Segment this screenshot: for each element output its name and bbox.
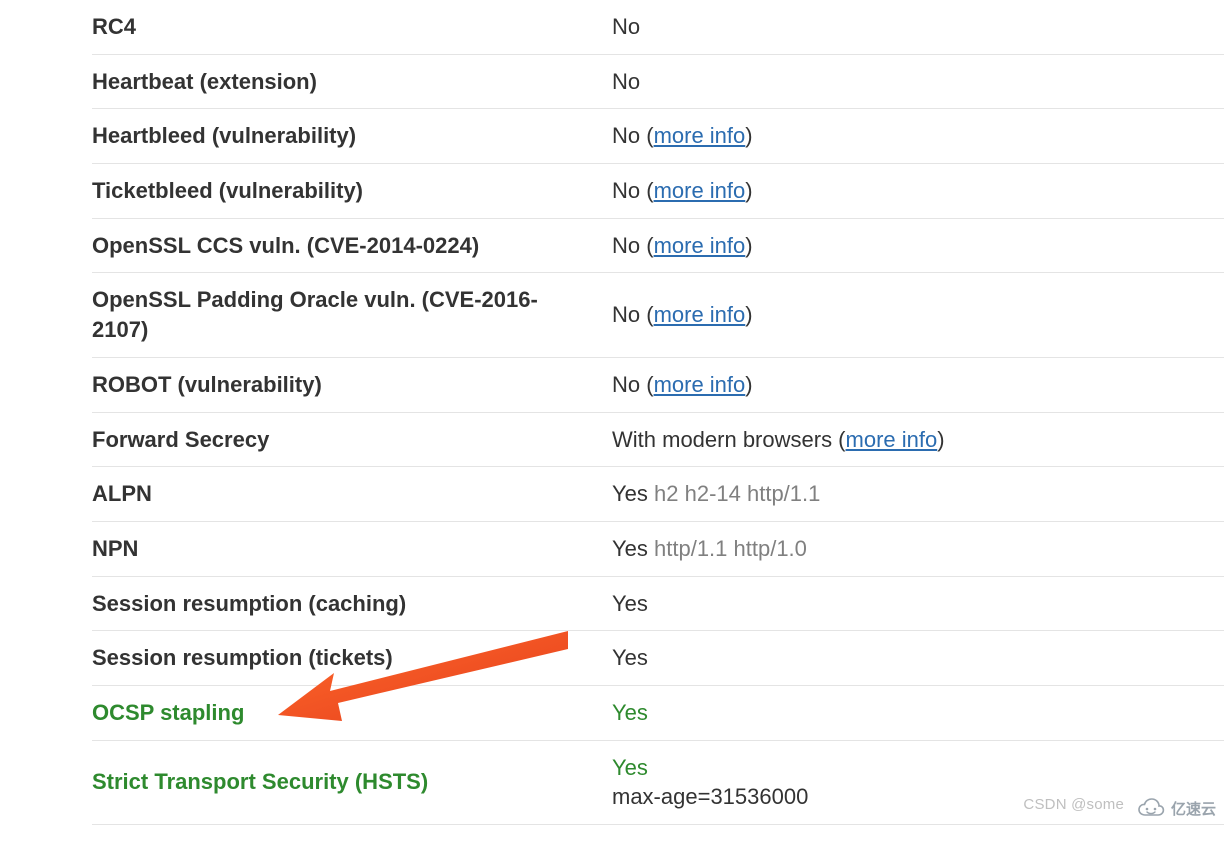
value-alpn: Yes h2 h2-14 http/1.1 xyxy=(612,479,1224,509)
yisu-logo-watermark: 亿速云 xyxy=(1133,797,1216,819)
label-openssl-ccs: OpenSSL CCS vuln. (CVE-2014-0224) xyxy=(92,231,612,261)
value-prefix-session-resumption-tickets: Yes xyxy=(612,645,648,670)
value-sub-npn: http/1.1 http/1.0 xyxy=(654,536,807,561)
value-session-resumption-caching: Yes xyxy=(612,589,1224,619)
value-suffix-openssl-ccs: ) xyxy=(745,233,752,258)
row-session-resumption-caching: Session resumption (caching)Yes xyxy=(92,576,1224,632)
value-suffix-robot: ) xyxy=(745,372,752,397)
more-info-link-openssl-padding-oracle[interactable]: more info xyxy=(654,302,746,327)
value-prefix-robot: No ( xyxy=(612,372,654,397)
value-sub-alpn: h2 h2-14 http/1.1 xyxy=(654,481,820,506)
value-prefix-hsts: Yes xyxy=(612,755,648,780)
row-robot: ROBOT (vulnerability)No (more info) xyxy=(92,357,1224,413)
label-heartbeat: Heartbeat (extension) xyxy=(92,67,612,97)
label-ticketbleed: Ticketbleed (vulnerability) xyxy=(92,176,612,206)
cloud-icon xyxy=(1133,797,1167,819)
row-forward-secrecy: Forward SecrecyWith modern browsers (mor… xyxy=(92,412,1224,468)
label-alpn: ALPN xyxy=(92,479,612,509)
value-prefix-openssl-padding-oracle: No ( xyxy=(612,302,654,327)
value-suffix-forward-secrecy: ) xyxy=(937,427,944,452)
value-prefix-ticketbleed: No ( xyxy=(612,178,654,203)
value-prefix-ocsp-stapling: Yes xyxy=(612,700,648,725)
label-heartbleed: Heartbleed (vulnerability) xyxy=(92,121,612,151)
value-rc4: No xyxy=(612,12,1224,42)
more-info-link-ticketbleed[interactable]: more info xyxy=(654,178,746,203)
row-heartbleed: Heartbleed (vulnerability)No (more info) xyxy=(92,108,1224,164)
value-session-resumption-tickets: Yes xyxy=(612,643,1224,673)
row-ocsp-stapling: OCSP staplingYes xyxy=(92,685,1224,741)
row-alpn: ALPNYes h2 h2-14 http/1.1 xyxy=(92,466,1224,522)
label-hsts: Strict Transport Security (HSTS) xyxy=(92,767,612,797)
row-session-resumption-tickets: Session resumption (tickets)Yes xyxy=(92,630,1224,686)
label-openssl-padding-oracle: OpenSSL Padding Oracle vuln. (CVE-2016-2… xyxy=(92,285,612,344)
value-suffix-ticketbleed: ) xyxy=(745,178,752,203)
more-info-link-robot[interactable]: more info xyxy=(654,372,746,397)
label-session-resumption-tickets: Session resumption (tickets) xyxy=(92,643,612,673)
label-ocsp-stapling: OCSP stapling xyxy=(92,698,612,728)
value-heartbeat: No xyxy=(612,67,1224,97)
csdn-watermark: CSDN @some xyxy=(1023,796,1124,813)
value-suffix-openssl-padding-oracle: ) xyxy=(745,302,752,327)
value-ocsp-stapling: Yes xyxy=(612,698,1224,728)
feature-table: RC4NoHeartbeat (extension)NoHeartbleed (… xyxy=(0,0,1224,825)
value-openssl-padding-oracle: No (more info) xyxy=(612,300,1224,330)
row-npn: NPNYes http/1.1 http/1.0 xyxy=(92,521,1224,577)
more-info-link-heartbleed[interactable]: more info xyxy=(654,123,746,148)
value-prefix-heartbeat: No xyxy=(612,69,640,94)
label-robot: ROBOT (vulnerability) xyxy=(92,370,612,400)
value-prefix-heartbleed: No ( xyxy=(612,123,654,148)
value-prefix-npn: Yes xyxy=(612,536,648,561)
value-robot: No (more info) xyxy=(612,370,1224,400)
value-suffix-heartbleed: ) xyxy=(745,123,752,148)
value-npn: Yes http/1.1 http/1.0 xyxy=(612,534,1224,564)
label-npn: NPN xyxy=(92,534,612,564)
value-prefix-forward-secrecy: With modern browsers ( xyxy=(612,427,846,452)
row-ticketbleed: Ticketbleed (vulnerability)No (more info… xyxy=(92,163,1224,219)
more-info-link-openssl-ccs[interactable]: more info xyxy=(654,233,746,258)
row-rc4: RC4No xyxy=(92,0,1224,55)
row-heartbeat: Heartbeat (extension)No xyxy=(92,54,1224,110)
value-heartbleed: No (more info) xyxy=(612,121,1224,151)
value-ticketbleed: No (more info) xyxy=(612,176,1224,206)
more-info-link-forward-secrecy[interactable]: more info xyxy=(846,427,938,452)
value-openssl-ccs: No (more info) xyxy=(612,231,1224,261)
row-openssl-padding-oracle: OpenSSL Padding Oracle vuln. (CVE-2016-2… xyxy=(92,272,1224,357)
value-prefix-rc4: No xyxy=(612,14,640,39)
value-prefix-openssl-ccs: No ( xyxy=(612,233,654,258)
value-prefix-alpn: Yes xyxy=(612,481,648,506)
row-openssl-ccs: OpenSSL CCS vuln. (CVE-2014-0224)No (mor… xyxy=(92,218,1224,274)
value-prefix-session-resumption-caching: Yes xyxy=(612,591,648,616)
logo-text: 亿速云 xyxy=(1171,798,1216,819)
label-forward-secrecy: Forward Secrecy xyxy=(92,425,612,455)
label-session-resumption-caching: Session resumption (caching) xyxy=(92,589,612,619)
value-forward-secrecy: With modern browsers (more info) xyxy=(612,425,1224,455)
label-rc4: RC4 xyxy=(92,12,612,42)
